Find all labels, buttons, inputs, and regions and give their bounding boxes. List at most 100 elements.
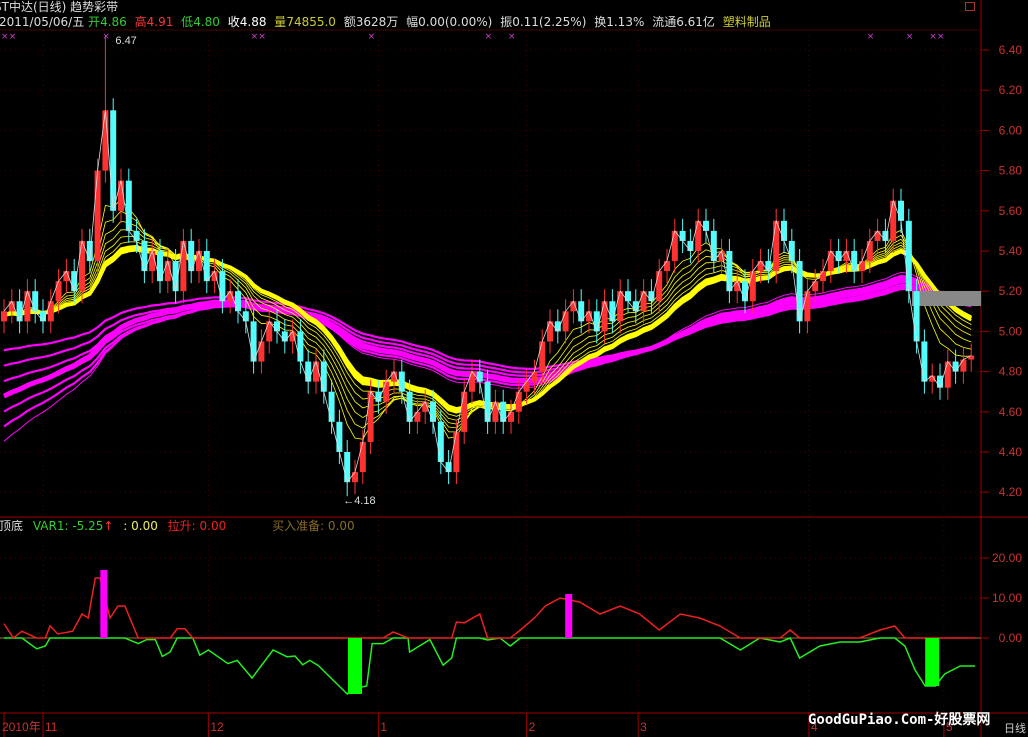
price-tick-label: 4.60 [999,405,1023,419]
signal-mark-icon: × [906,32,914,42]
candle-up [749,271,756,302]
candle-down [679,230,686,241]
candle-down [125,180,132,231]
month-label: 1 [380,720,387,734]
candle-up [79,240,85,292]
candle-up [492,401,499,422]
candle-up [804,291,811,322]
bottom-signal-bar [925,638,940,686]
candle-up [258,341,265,362]
bottom-signal-bar [348,638,362,694]
low-value: 4.80 [193,15,220,29]
candle-down [305,361,312,382]
price-tick-label: 5.80 [999,164,1023,178]
top-signal-bar [100,570,108,638]
volume-label: 量 [274,15,287,29]
candle-down [905,220,912,292]
signal-mark-icon: × [508,32,516,42]
candle-down [430,401,436,422]
candle-down [781,220,787,241]
watermark: GoodGuPiao.Com-好股票网 [808,712,991,728]
candle-down [788,240,795,262]
candle-up [960,359,967,372]
candle-up [944,361,951,388]
month-label: 12 [210,720,224,734]
close-value: 4.88 [239,15,267,29]
buy-prep-value: 买入准备: 0.00 [272,519,355,533]
open-value: 4.86 [100,15,127,29]
candle-up [47,301,54,322]
candle-up [562,311,569,332]
signal-mark-icon: × [9,32,17,42]
chart-title: ST中达(日线) 趋势彩带 [0,0,119,14]
signal-mark-icon: × [937,32,945,42]
candle-down [336,421,343,452]
quote-date: 2011/05/06/五 [0,15,85,29]
indicator-tick-label: 10.00 [992,591,1022,605]
value2: : 0.00 [123,519,158,533]
candle-up [414,411,421,422]
indicator-line-positive [3,577,976,640]
candle-down [242,311,249,322]
candle-down [32,291,39,312]
candle-down [274,321,280,332]
current-price-box [912,291,981,306]
extreme-price-label: ←4.18 [343,495,375,507]
candle-down [609,301,616,322]
lift-value: 拉升: 0.00 [167,519,227,533]
candle-up [531,371,538,382]
candle-up [313,361,319,382]
indicator-tick-label: 20.00 [992,551,1022,565]
open-label: 开 [88,15,101,29]
candle-down [133,230,140,241]
change-value: 幅0.00(0.00%) [406,15,493,29]
candle-up [523,381,530,392]
candle-up [367,391,374,442]
extreme-price-label: 6.47 [115,35,136,47]
candle-up [874,230,881,241]
price-tick-label: 5.60 [999,204,1023,218]
candle-up [359,441,366,473]
candle-down [476,371,483,382]
month-label: 2010年 [2,720,41,734]
candle-up [383,381,390,402]
price-tick-label: 6.40 [999,43,1023,57]
candle-up [671,230,678,262]
sector-link[interactable]: 塑料制品 [723,15,771,29]
candle-down [437,421,444,463]
price-tick-label: 4.80 [999,365,1023,379]
signal-mark-icon: × [929,32,937,42]
candle-down [328,391,335,422]
candle-down [110,110,117,211]
candle-down [16,301,23,322]
candle-up [539,341,546,372]
candle-up [461,391,468,432]
candle-down [625,291,631,302]
candle-up [757,261,764,272]
candle-up [866,240,873,262]
candle-down [320,361,327,392]
price-tick-label: 5.00 [999,324,1023,338]
candle-up [664,261,670,272]
candle-down [203,251,210,282]
signal-mark-icon: × [368,32,376,42]
restore-window-button[interactable] [965,2,975,11]
candle-up [149,251,156,272]
indicator-name[interactable]: 顶底 [0,519,23,533]
high-value: 4.91 [146,15,174,29]
candle-up [453,431,460,473]
stock-chart[interactable]: 6.40 6.20 6.00 5.80 5.60 5.40 5.20 5.00 4.80 4.60… [0,0,1028,737]
candle-up [55,281,62,302]
candle-down [344,452,351,483]
price-tick-label: 5.40 [999,244,1023,258]
close-label: 收 [227,15,240,29]
candle-down [898,200,904,221]
candle-down [710,230,717,262]
candle-up [1,311,7,322]
month-label: 11 [45,720,58,734]
month-label: 2 [529,720,536,734]
candle-up [968,355,975,360]
volume-value: 74855.0 [286,15,336,29]
candle-down [952,361,959,372]
candle-down [913,291,920,342]
